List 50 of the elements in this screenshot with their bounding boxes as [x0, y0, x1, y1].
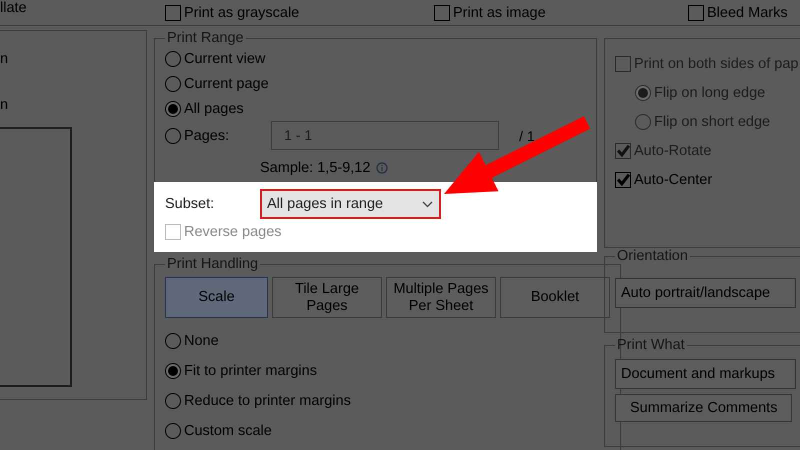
radio-button[interactable] [165, 50, 181, 66]
option-label: Custom scale [184, 422, 272, 438]
pages-input-field[interactable]: 1 - 1 [271, 121, 500, 150]
option-label: Bleed Marks [707, 4, 788, 20]
group-title: Print Handling [166, 256, 260, 272]
radio-button[interactable] [165, 362, 181, 378]
sample-text: Sample: 1,5-9,12 [260, 160, 370, 176]
collate-label: llate [0, 0, 28, 16]
subset-dropdown[interactable]: All pages in range [260, 189, 441, 219]
preview-label: n [0, 51, 10, 67]
option-label: Print as image [453, 4, 546, 20]
orientation-dropdown[interactable]: Auto portrait/landscape [615, 278, 796, 308]
page-total: / 1 [519, 128, 535, 144]
option-label: None [184, 332, 219, 348]
option-label: Auto-Rotate [634, 142, 712, 158]
group-title: Orientation [616, 248, 689, 264]
radio-button[interactable] [165, 332, 181, 348]
summarize-comments-button[interactable]: Summarize Comments [615, 394, 792, 422]
checkbox[interactable] [688, 4, 704, 20]
option-label: All pages [184, 100, 244, 116]
chevron-down-icon [422, 200, 433, 208]
subset-label: Subset: [165, 196, 216, 212]
mode-tab[interactable]: Scale [165, 277, 268, 318]
preview-label: n [0, 97, 10, 113]
mode-tab[interactable]: Multiple Pages Per Sheet [386, 277, 496, 318]
group-title: Print What [616, 337, 686, 353]
option-label: Pages: [184, 128, 230, 144]
option-label: Flip on short edge [654, 114, 770, 130]
option-label: Flip on long edge [654, 84, 766, 100]
option-label: Current page [184, 76, 269, 92]
checkbox[interactable] [615, 172, 631, 188]
option-label: Reverse pages [184, 224, 282, 240]
option-label: Current view [184, 50, 266, 66]
radio-button[interactable] [165, 422, 181, 438]
group-title: Print Range [166, 30, 245, 46]
option-label: Fit to printer margins [184, 362, 317, 378]
checkbox[interactable] [165, 4, 181, 20]
radio-button[interactable] [165, 128, 181, 144]
mode-tab[interactable]: Tile Large Pages [272, 277, 382, 318]
option-label: Auto-Center [634, 172, 712, 188]
radio-button[interactable] [165, 392, 181, 408]
option-label: Reduce to printer margins [184, 392, 351, 408]
checkbox[interactable] [434, 4, 450, 20]
option-label: Print as grayscale [184, 4, 300, 20]
print-what-dropdown[interactable]: Document and markups [615, 359, 796, 389]
info-icon [376, 162, 388, 174]
option-label: Print on both sides of pap [634, 56, 798, 72]
radio-button[interactable] [165, 76, 181, 92]
radio-button[interactable] [165, 100, 181, 116]
mode-tab[interactable]: Booklet [500, 277, 610, 318]
